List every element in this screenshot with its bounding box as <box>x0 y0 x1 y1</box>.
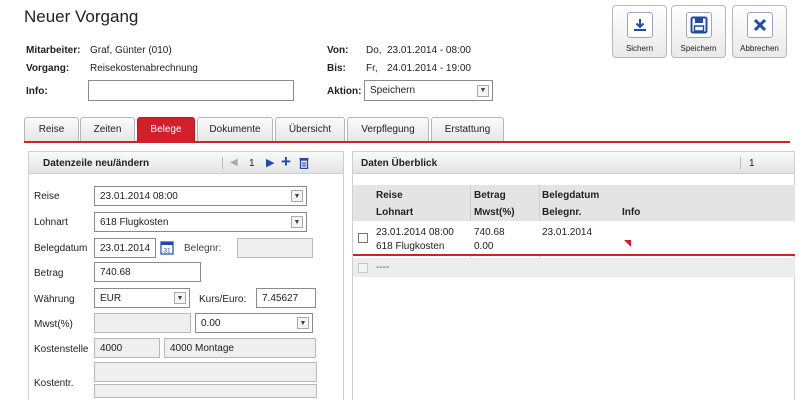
new-row-checkbox[interactable] <box>358 263 368 273</box>
record-count: 1 <box>749 158 755 169</box>
aktion-label: Aktion: <box>327 86 362 97</box>
kurs-label: Kurs/Euro: <box>199 294 247 305</box>
kostentr-label: Kostentr. <box>34 378 74 389</box>
waehrung-label: Währung <box>34 294 75 305</box>
mwst-select[interactable]: 0.00 ▼ <box>195 313 313 333</box>
prev-page-icon[interactable]: ◀ <box>230 157 238 168</box>
lohnart-select[interactable]: 618 Flugkosten ▼ <box>94 212 307 232</box>
download-icon <box>626 12 653 38</box>
belegnr-input[interactable] <box>237 238 313 258</box>
mitarbeiter-label: Mitarbeiter: <box>26 45 81 56</box>
new-row-text: ---- <box>376 262 390 273</box>
waehrung-select-value: EUR <box>100 292 122 304</box>
chevron-down-icon[interactable]: ▼ <box>174 292 186 304</box>
betrag-label: Betrag <box>34 268 64 279</box>
bis-label: Bis: <box>327 63 346 74</box>
kostentr-input-2[interactable] <box>94 384 317 398</box>
mwst-input[interactable] <box>94 313 191 333</box>
window-title: Neuer Vorgang <box>24 7 139 26</box>
von-day: Do, <box>366 45 382 56</box>
speichern-label: Speichern <box>680 44 717 53</box>
abbrechen-label: Abbrechen <box>740 44 779 53</box>
tab-erstattung[interactable]: Erstattung <box>431 117 504 141</box>
lohnart-label: Lohnart <box>34 217 68 228</box>
kostentr-input[interactable] <box>94 362 317 382</box>
col-lohnart[interactable]: Lohnart <box>376 207 413 218</box>
tab-uebersicht[interactable]: Übersicht <box>275 117 345 141</box>
page-number: 1 <box>249 158 255 169</box>
tab-verpflegung[interactable]: Verpflegung <box>347 117 429 141</box>
daten-ueberblick-title: Daten Überblick <box>361 158 438 169</box>
belegdatum-input[interactable]: 23.01.2014 <box>94 238 156 258</box>
info-input[interactable] <box>88 80 294 101</box>
lohnart-select-value: 618 Flugkosten <box>100 216 169 228</box>
col-betrag[interactable]: Betrag <box>474 190 506 201</box>
sichern-button[interactable]: Sichern <box>612 5 667 58</box>
cell-reise: 23.01.2014 08:00 <box>376 227 454 238</box>
waehrung-select[interactable]: EUR ▼ <box>94 288 190 308</box>
chevron-down-icon[interactable]: ▼ <box>291 190 303 202</box>
floppy-disk-icon <box>685 12 712 38</box>
bis-day: Fr, <box>366 63 378 74</box>
aktion-select[interactable]: Speichern ▼ <box>364 80 493 101</box>
row-checkbox[interactable] <box>358 233 368 243</box>
sichern-label: Sichern <box>625 44 654 53</box>
col-belegdatum[interactable]: Belegdatum <box>542 190 599 201</box>
tab-reise[interactable]: Reise <box>24 117 79 141</box>
tab-belege[interactable]: Belege <box>137 117 195 141</box>
belegnr-label: Belegnr: <box>184 243 222 254</box>
datenzeile-panel-header: Datenzeile neu/ändern ◀ 1 ▶ + <box>29 152 343 174</box>
cell-mwst: 0.00 <box>474 241 494 252</box>
info-marker-icon <box>624 240 631 247</box>
header-divider <box>740 157 741 169</box>
datenzeile-panel-title: Datenzeile neu/ändern <box>43 158 150 169</box>
kostenstelle-label: Kostenstelle <box>34 344 89 355</box>
next-page-icon[interactable]: ▶ <box>266 156 274 169</box>
abbrechen-button[interactable]: Abbrechen <box>732 5 787 58</box>
chevron-down-icon[interactable]: ▼ <box>297 317 309 329</box>
speichern-button[interactable]: Speichern <box>671 5 726 58</box>
col-info[interactable]: Info <box>622 207 640 218</box>
cell-belegdatum: 23.01.2014 <box>542 227 593 238</box>
col-belegnr[interactable]: Belegnr. <box>542 207 581 218</box>
add-icon[interactable]: + <box>281 152 291 172</box>
header-divider <box>222 157 223 169</box>
bis-value: 24.01.2014 - 19:00 <box>387 63 471 74</box>
cell-betrag: 740.68 <box>474 227 505 238</box>
daten-ueberblick-panel-header: Daten Überblick 1 <box>353 152 794 174</box>
mitarbeiter-value: Graf, Günter (010) <box>90 45 172 56</box>
reise-select[interactable]: 23.01.2014 08:00 ▼ <box>94 186 307 206</box>
betrag-input[interactable]: 740.68 <box>94 262 201 282</box>
kurs-input[interactable]: 7.45627 <box>256 288 316 308</box>
von-value: 23.01.2014 - 08:00 <box>387 45 471 56</box>
belegdatum-label: Belegdatum <box>34 243 88 254</box>
calendar-icon[interactable]: 31 <box>160 240 174 258</box>
cell-lohnart: 618 Flugkosten <box>376 241 445 252</box>
col-mwst[interactable]: Mwst(%) <box>474 207 515 218</box>
kostenstelle-name-input[interactable]: 4000 Montage <box>164 338 316 358</box>
tab-underline <box>24 141 790 143</box>
close-icon <box>746 12 773 38</box>
mwst-label: Mwst(%) <box>34 319 73 330</box>
new-row[interactable] <box>353 258 795 277</box>
reise-label: Reise <box>34 191 60 202</box>
tab-zeiten[interactable]: Zeiten <box>80 117 135 141</box>
von-label: Von: <box>327 45 349 56</box>
tab-dokumente[interactable]: Dokumente <box>197 117 273 141</box>
svg-text:31: 31 <box>163 248 171 255</box>
chevron-down-icon[interactable]: ▼ <box>477 84 489 97</box>
trash-icon[interactable] <box>299 157 309 172</box>
vorgang-value: Reisekostenabrechnung <box>90 63 198 74</box>
col-reise[interactable]: Reise <box>376 190 403 201</box>
aktion-select-value: Speichern <box>370 85 416 96</box>
kostenstelle-code-input[interactable]: 4000 <box>94 338 160 358</box>
info-label: Info: <box>26 86 48 97</box>
vorgang-label: Vorgang: <box>26 63 70 74</box>
reise-select-value: 23.01.2014 08:00 <box>100 190 178 202</box>
chevron-down-icon[interactable]: ▼ <box>291 216 303 228</box>
mwst-select-value: 0.00 <box>201 317 221 329</box>
